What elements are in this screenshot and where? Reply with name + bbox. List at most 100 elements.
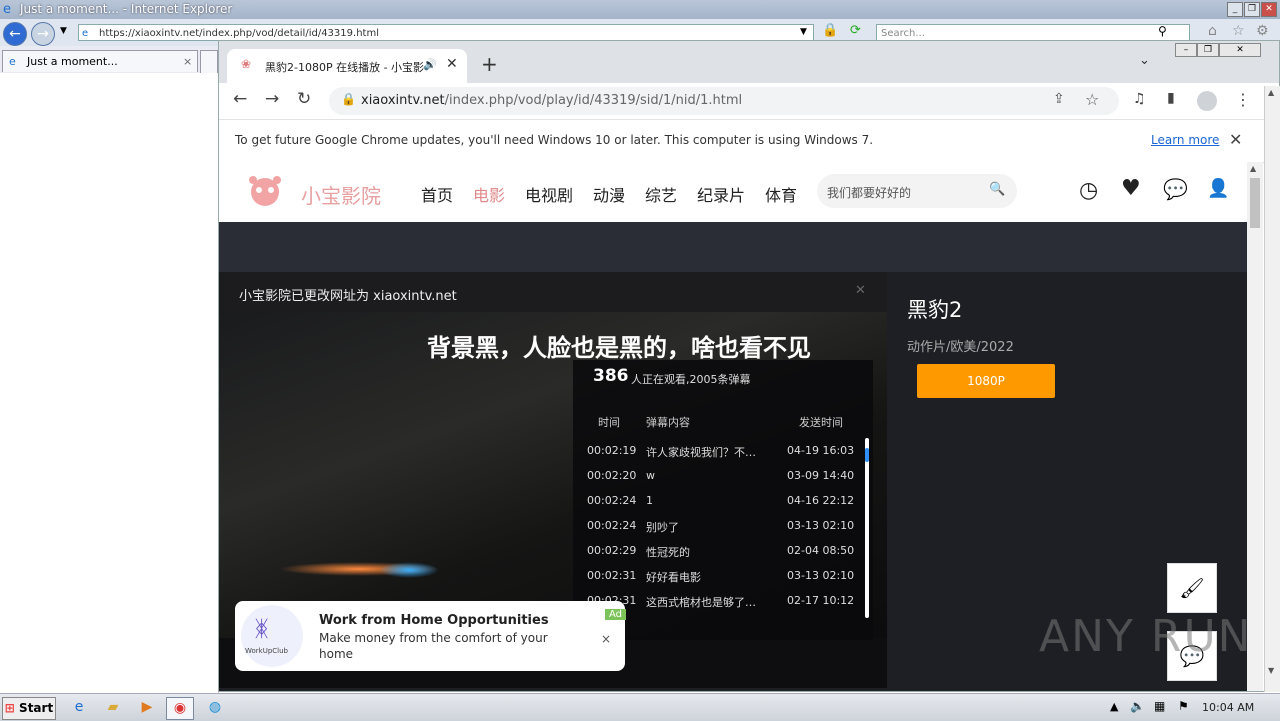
forward-arrow-icon[interactable]: → xyxy=(265,89,279,109)
danmaku-row[interactable]: 00:02:24 别吵了 03-13 02:10 xyxy=(573,519,873,544)
logo-mascot-icon[interactable] xyxy=(243,172,289,208)
taskbar-clock[interactable]: 10:04 AM xyxy=(1202,701,1254,714)
chrome-minimize-button[interactable]: – xyxy=(1175,43,1197,57)
ie-url-text: https://xiaoxintv.net/index.php/vod/deta… xyxy=(99,28,379,39)
ie-content-area xyxy=(0,73,219,693)
url-domain: xiaoxintv.net xyxy=(361,93,445,108)
nav-movies[interactable]: 电影 xyxy=(473,182,505,206)
danmaku-row[interactable]: 00:02:20 w 03-09 14:40 xyxy=(573,469,873,494)
taskbar-ie-icon[interactable]: e xyxy=(66,697,92,718)
taskbar-edge-icon[interactable]: ◍ xyxy=(202,697,228,718)
forward-icon[interactable]: → xyxy=(31,22,55,46)
infobar-close-icon[interactable]: ✕ xyxy=(1229,130,1242,149)
tray-expand-icon[interactable]: ▲ xyxy=(1110,700,1118,713)
media-control-icon[interactable]: ♫ xyxy=(1133,91,1146,107)
tray-flag-icon[interactable]: ⚑ xyxy=(1178,699,1189,713)
maximize-button[interactable]: ❐ xyxy=(1244,2,1260,17)
chrome-maximize-button[interactable]: ❐ xyxy=(1197,43,1219,57)
reload-icon[interactable]: ↻ xyxy=(297,89,311,109)
home-icon[interactable]: ⌂ xyxy=(1208,23,1217,39)
history-dropdown-icon[interactable]: ▼ xyxy=(60,26,67,36)
nav-sports[interactable]: 体育 xyxy=(765,182,797,206)
history-clock-icon[interactable]: ◷ xyxy=(1079,178,1098,203)
ie-search-field[interactable]: Search... xyxy=(876,24,1190,41)
tab-close-icon[interactable]: × xyxy=(183,51,192,73)
favorites-icon[interactable]: ☆ xyxy=(1232,23,1245,39)
new-tab-icon[interactable]: + xyxy=(481,52,498,76)
danmaku-row[interactable]: 00:02:31 好好看电影 03-13 02:10 xyxy=(573,569,873,594)
viewer-count: 386 xyxy=(593,366,629,386)
audio-icon[interactable]: 🔊 xyxy=(423,58,437,71)
taskbar-media-icon[interactable]: ▶ xyxy=(134,697,160,718)
url-dropdown-icon[interactable]: ▼ xyxy=(800,27,807,37)
heart-icon[interactable]: ♥ xyxy=(1121,176,1141,201)
chrome-close-button[interactable]: ✕ xyxy=(1219,43,1261,57)
movie-meta: 动作片/欧美/2022 xyxy=(907,340,1014,355)
danmaku-row[interactable]: 00:02:19 许人家歧视我们？不… 04-19 16:03 xyxy=(573,444,873,469)
side-panel-icon[interactable]: ▮ xyxy=(1167,90,1175,106)
refresh-icon[interactable]: ⟳ xyxy=(850,23,861,38)
lock-icon[interactable]: 🔒 xyxy=(822,23,838,38)
minimize-button[interactable]: _ xyxy=(1227,2,1243,17)
close-button[interactable]: ✕ xyxy=(1261,2,1277,17)
nav-home[interactable]: 首页 xyxy=(421,182,453,206)
logo-text[interactable]: 小宝影院 xyxy=(301,180,381,209)
nav-tv-series[interactable]: 电视剧 xyxy=(525,182,573,206)
back-arrow-icon[interactable]: ← xyxy=(233,89,247,109)
notice-close-icon[interactable]: ✕ xyxy=(855,283,866,298)
learn-more-link[interactable]: Learn more xyxy=(1151,133,1219,147)
ie-url-field[interactable]: e https://xiaoxintv.net/index.php/vod/de… xyxy=(78,24,814,41)
nav-anime[interactable]: 动漫 xyxy=(593,182,625,206)
tray-volume-icon[interactable]: 🔈 xyxy=(1130,699,1145,713)
page-scrollbar[interactable]: ▲ xyxy=(1247,162,1263,691)
danmaku-time: 00:02:20 xyxy=(587,469,637,482)
resolution-button[interactable]: 1080P xyxy=(917,364,1055,398)
site-search-input[interactable]: 我们都要好好的 🔍 xyxy=(817,174,1017,208)
theme-brush-button[interactable]: 🖌 xyxy=(1167,563,1217,613)
gear-icon[interactable]: ⚙ xyxy=(1256,23,1269,39)
user-icon[interactable]: 👤 xyxy=(1207,178,1229,199)
chat-bubble-icon[interactable]: 💬 xyxy=(1163,177,1188,201)
ie-scrollbar[interactable]: ▲ ▼ xyxy=(1264,86,1280,692)
omnibox-url: xiaoxintv.net/index.php/vod/play/id/4331… xyxy=(361,93,742,108)
chrome-tab[interactable]: ❀ 黑豹2-1080P 在线播放 - 小宝影 🔊 ✕ xyxy=(227,49,467,83)
site-header: 小宝影院 首页 电影 电视剧 动漫 综艺 纪录片 体育 我们都要好好的 🔍 ◷ … xyxy=(219,162,1247,222)
tray-network-icon[interactable]: ▦ xyxy=(1154,699,1165,713)
site-search-icon[interactable]: 🔍 xyxy=(989,182,1005,197)
danmaku-scroll-thumb[interactable] xyxy=(865,448,869,462)
col-header-content: 弹幕内容 xyxy=(646,416,690,429)
chrome-tab-close-icon[interactable]: ✕ xyxy=(446,56,458,72)
nav-documentary[interactable]: 纪录片 xyxy=(697,182,745,206)
brush-icon: 🖌 xyxy=(1179,576,1205,600)
omnibox[interactable]: 🔒 xiaoxintv.net/index.php/vod/play/id/43… xyxy=(329,87,1119,115)
ie-scroll-up-icon[interactable]: ▲ xyxy=(1268,88,1274,97)
ad-title[interactable]: Work from Home Opportunities xyxy=(319,613,549,628)
scroll-up-icon[interactable]: ▲ xyxy=(1250,164,1256,173)
danmaku-row[interactable]: 00:02:24 1 04-16 22:12 xyxy=(573,494,873,519)
taskbar-chrome-icon[interactable]: ◉ xyxy=(166,697,194,720)
ie-search-placeholder: Search... xyxy=(881,28,925,39)
ie-title-bar: e Just a moment... - Internet Explorer _… xyxy=(0,0,1280,19)
tab-search-icon[interactable]: ⌄ xyxy=(1139,53,1150,68)
danmaku-scrollbar[interactable] xyxy=(865,438,869,618)
lock-icon[interactable]: 🔒 xyxy=(341,92,356,106)
danmaku-time: 00:02:19 xyxy=(587,444,637,457)
bookmark-star-icon[interactable]: ☆ xyxy=(1085,90,1099,109)
kebab-menu-icon[interactable]: ⋮ xyxy=(1235,90,1251,109)
ie-tab[interactable]: e Just a moment... × xyxy=(2,50,198,72)
back-icon[interactable]: ← xyxy=(3,22,27,46)
danmaku-text: 许人家歧视我们？不… xyxy=(646,446,756,459)
start-button[interactable]: ⊞ Start xyxy=(2,697,56,720)
share-icon[interactable]: ⇪ xyxy=(1053,91,1065,107)
danmaku-row[interactable]: 00:02:29 性冠死的 02-04 08:50 xyxy=(573,544,873,569)
taskbar-folder-icon[interactable]: ▰ xyxy=(100,697,126,718)
scroll-thumb[interactable] xyxy=(1250,178,1260,228)
nav-variety[interactable]: 综艺 xyxy=(645,182,677,206)
new-tab-button[interactable] xyxy=(200,50,218,73)
search-icon[interactable]: ⚲ xyxy=(1158,24,1167,38)
chrome-window: ❀ 黑豹2-1080P 在线播放 - 小宝影 🔊 ✕ + ⌄ – ❐ ✕ ← →… xyxy=(218,40,1280,692)
ad-close-icon[interactable]: × xyxy=(601,632,611,646)
ad-popup[interactable]: ᛤ WorkUpClub Work from Home Opportunitie… xyxy=(235,601,627,671)
profile-avatar[interactable] xyxy=(1197,91,1217,111)
ie-scroll-down-icon[interactable]: ▼ xyxy=(1268,666,1274,675)
